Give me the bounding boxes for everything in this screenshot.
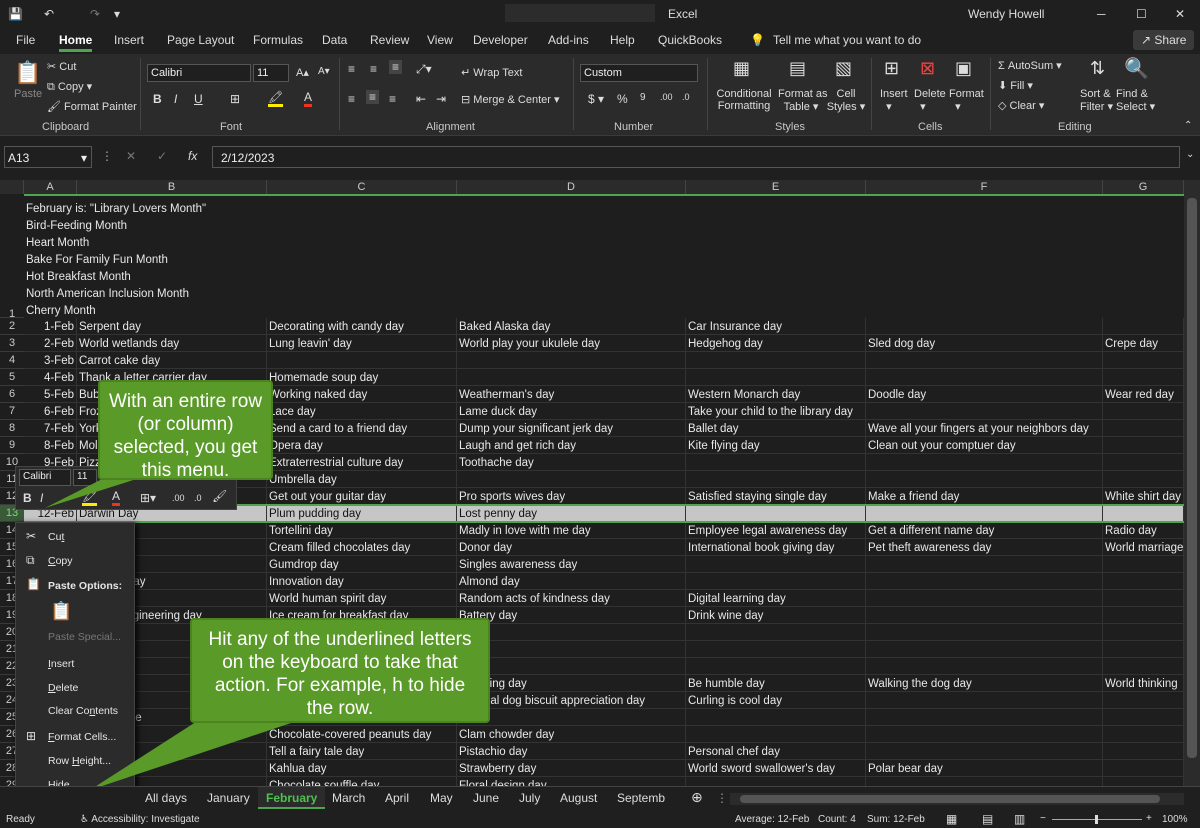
- zoom-out-icon[interactable]: −: [1040, 813, 1046, 824]
- status-count: Count: 4: [818, 814, 856, 825]
- accessibility-icon: ♿: [80, 814, 92, 825]
- sheet-tab[interactable]: All days: [145, 791, 187, 805]
- status-sum: Sum: 12-Feb: [867, 814, 925, 825]
- callout-bottom: Hit any of the underlined letters on the…: [190, 618, 490, 723]
- zoom-in-icon[interactable]: +: [1146, 813, 1152, 824]
- status-average: Average: 12-Feb: [735, 814, 810, 825]
- horizontal-scrollbar[interactable]: [730, 793, 1184, 805]
- scrollbar-thumb[interactable]: [740, 795, 1160, 803]
- add-sheet-icon[interactable]: ⊕: [691, 789, 703, 806]
- sheet-tab[interactable]: May: [430, 791, 453, 805]
- sheet-tab[interactable]: July: [519, 791, 540, 805]
- status-accessibility[interactable]: ♿ Accessibility: Investigate: [80, 814, 200, 825]
- sheet-tab[interactable]: June: [473, 791, 499, 805]
- sheet-tab[interactable]: August: [560, 791, 597, 805]
- sheet-tab[interactable]: April: [385, 791, 409, 805]
- callout-top: With an entire row (or column) selected,…: [98, 380, 273, 481]
- accessibility-label: Accessibility: Investigate: [91, 814, 200, 825]
- status-bar: Ready ♿ Accessibility: Investigate Avera…: [0, 812, 1200, 828]
- tab-options-icon: ⋮: [716, 791, 728, 805]
- sheet-tab[interactable]: January: [207, 791, 250, 805]
- page-layout-view-icon[interactable]: ▤: [982, 812, 993, 826]
- sheet-tabs-bar: All days January February March April Ma…: [0, 786, 1200, 812]
- zoom-slider-thumb[interactable]: [1095, 815, 1098, 824]
- sheet-tab[interactable]: Septemb: [617, 791, 665, 805]
- page-break-view-icon[interactable]: ▥: [1014, 812, 1025, 826]
- status-ready: Ready: [6, 814, 35, 825]
- zoom-level[interactable]: 100%: [1162, 814, 1188, 825]
- sheet-tab-active[interactable]: February: [258, 787, 326, 809]
- normal-view-icon[interactable]: ▦: [946, 812, 957, 826]
- sheet-tab[interactable]: March: [332, 791, 365, 805]
